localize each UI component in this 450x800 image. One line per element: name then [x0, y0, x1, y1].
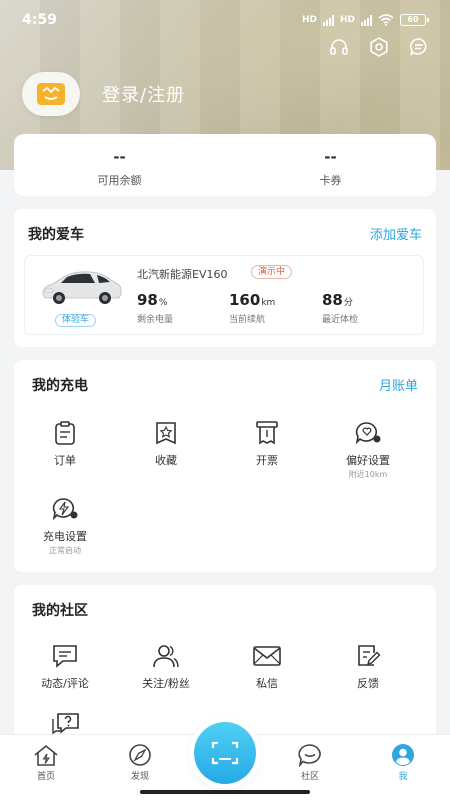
coupon-value: --	[324, 148, 337, 166]
battery-icon: 60	[400, 14, 429, 26]
tab-home[interactable]: 首页	[16, 743, 76, 782]
tab-label: 社区	[300, 772, 319, 782]
tab-label: 我	[398, 772, 408, 782]
users-icon	[149, 641, 183, 671]
top-actions	[326, 34, 432, 60]
car-stat-battery: 98% 剩余电量	[137, 290, 173, 325]
feedback-icon	[351, 641, 385, 671]
section-title: 我的充电	[32, 378, 88, 394]
stat-label: 当前续航	[229, 315, 266, 325]
mail-icon	[250, 641, 284, 671]
car-stat-range: 160km 当前续航	[229, 290, 275, 325]
grid-sublabel: 正常启动	[49, 546, 81, 555]
balance-label: 可用余额	[97, 174, 142, 187]
charge-preferences[interactable]: 偏好设置 附近10km	[323, 418, 413, 480]
grid-label: 充电设置	[43, 530, 87, 543]
avatar[interactable]	[22, 72, 80, 116]
grid-sublabel: 附近10km	[348, 470, 388, 479]
invoice-icon	[250, 418, 284, 448]
community-posts-comments[interactable]: 动态/评论	[20, 641, 110, 691]
signal-icon	[322, 14, 334, 26]
chat-bubble-icon	[296, 743, 324, 767]
signal-icon-2	[361, 14, 372, 26]
community-feedback[interactable]: 反馈	[323, 641, 413, 691]
community-private-messages[interactable]: 私信	[222, 641, 312, 691]
grid-label: 开票	[256, 454, 278, 467]
demo-tag: 演示中	[251, 265, 293, 279]
headset-icon[interactable]	[326, 34, 352, 60]
trial-car-badge: 体验车	[55, 314, 97, 327]
grid-label: 反馈	[357, 677, 379, 690]
heart-chat-icon	[351, 418, 385, 448]
add-car-link[interactable]: 添加爱车	[370, 224, 422, 243]
tab-label: 发现	[130, 772, 149, 782]
stat-label: 最近体检	[322, 315, 359, 325]
stat-unit: 分	[343, 298, 353, 308]
tab-discover[interactable]: 发现	[110, 743, 170, 782]
monthly-bill-link[interactable]: 月账单	[379, 375, 418, 394]
clipboard-icon	[48, 418, 82, 448]
car-item[interactable]: 体验车 北汽新能源EV160 演示中 98% 剩余电量 160km 当前续航 8…	[24, 255, 424, 335]
grid-label: 私信	[256, 677, 278, 690]
avatar-logo-icon	[37, 83, 65, 105]
my-community-card: 我的社区 动态/评论 关注/粉丝 私信 反馈	[14, 585, 436, 745]
wifi-icon	[378, 14, 394, 26]
stat-unit: %	[158, 298, 168, 308]
gear-icon[interactable]	[366, 34, 392, 60]
charge-settings-icon	[48, 494, 82, 524]
tab-me[interactable]: 我	[373, 743, 433, 782]
stat-unit: km	[261, 298, 276, 308]
balance-card: -- 可用余额 -- 卡券	[14, 134, 436, 196]
car-image	[42, 271, 122, 304]
stat-value: 98	[137, 291, 158, 309]
status-icons: HD HD 60	[301, 14, 429, 26]
section-title: 我的社区	[32, 603, 88, 619]
user-icon	[389, 743, 417, 767]
scan-button[interactable]	[194, 722, 256, 784]
network-label: HD	[301, 15, 317, 25]
home-indicator	[140, 790, 310, 794]
stat-label: 剩余电量	[137, 315, 174, 325]
home-bolt-icon	[32, 743, 60, 767]
grid-label: 关注/粉丝	[142, 677, 190, 690]
my-charging-card: 我的充电 月账单 订单 收藏 开票 偏好设置 附近10km 充电设置 正常启动	[14, 360, 436, 572]
network-label-2: HD	[339, 15, 355, 25]
compass-icon	[126, 743, 154, 767]
grid-label: 动态/评论	[41, 677, 89, 690]
grid-label: 订单	[54, 454, 76, 467]
tab-community[interactable]: 社区	[280, 743, 340, 782]
grid-label: 收藏	[155, 454, 177, 467]
coupon-label: 卡券	[319, 174, 342, 187]
stat-value: 88	[322, 291, 343, 309]
car-stat-checkup: 88分 最近体检	[322, 290, 358, 325]
login-register-link[interactable]: 登录/注册	[102, 81, 185, 107]
balance-available[interactable]: -- 可用余额	[14, 148, 225, 188]
balance-coupons[interactable]: -- 卡券	[225, 148, 436, 188]
balance-value: --	[113, 148, 126, 166]
my-car-card: 我的爱车 添加爱车 体验车 北汽新能源EV160 演示中 98% 剩余电量 16…	[14, 209, 436, 347]
grid-label: 偏好设置	[346, 454, 390, 467]
message-icon[interactable]	[406, 34, 432, 60]
charge-invoice[interactable]: 开票	[222, 418, 312, 468]
charge-orders[interactable]: 订单	[20, 418, 110, 468]
community-follows-fans[interactable]: 关注/粉丝	[121, 641, 211, 691]
charge-favorites[interactable]: 收藏	[121, 418, 211, 468]
tab-label: 首页	[36, 772, 55, 782]
stat-value: 160	[229, 291, 261, 309]
section-title: 我的爱车	[28, 227, 84, 243]
profile-area[interactable]: 登录/注册	[22, 72, 185, 116]
scan-icon	[211, 741, 239, 765]
car-model: 北汽新能源EV160	[137, 268, 228, 281]
comment-icon	[48, 641, 82, 671]
bookmark-star-icon	[149, 418, 183, 448]
charge-settings[interactable]: 充电设置 正常启动	[20, 494, 110, 556]
status-time: 4:59	[22, 12, 57, 28]
